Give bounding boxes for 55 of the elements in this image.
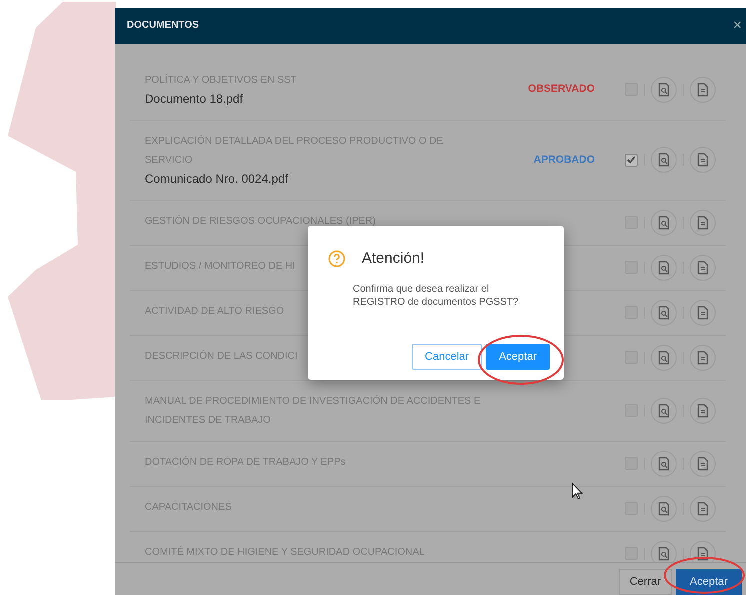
document-search-icon bbox=[658, 153, 670, 168]
document-search-icon bbox=[658, 82, 670, 97]
document-search-icon bbox=[658, 502, 670, 516]
document-search-icon bbox=[658, 456, 670, 471]
close-button[interactable]: × bbox=[733, 18, 742, 34]
document-button[interactable] bbox=[690, 398, 716, 424]
dialog-message: Confirma que desea realizar el REGISTRO de documentos PGSST? bbox=[353, 282, 520, 308]
document-button[interactable] bbox=[690, 300, 716, 326]
document-button[interactable] bbox=[690, 147, 716, 174]
document-icon bbox=[697, 502, 709, 516]
cursor-icon bbox=[572, 483, 583, 500]
document-search-icon bbox=[658, 260, 670, 275]
document-search-icon bbox=[658, 216, 670, 230]
modal-title: DOCUMENTOS bbox=[127, 19, 200, 34]
status-label: OBSERVADO bbox=[528, 83, 595, 96]
accept-button[interactable]: Aceptar bbox=[676, 569, 742, 595]
document-icon bbox=[697, 82, 709, 97]
document-button[interactable] bbox=[690, 344, 716, 371]
status-label: APROBADO bbox=[534, 154, 595, 166]
document-icon bbox=[697, 260, 709, 275]
file-name: Documento 18.pdf bbox=[145, 90, 244, 108]
document-search-icon bbox=[658, 546, 670, 561]
document-button[interactable] bbox=[690, 76, 716, 103]
document-button[interactable] bbox=[690, 254, 716, 281]
view-document-button[interactable] bbox=[651, 450, 677, 477]
document-icon bbox=[697, 456, 709, 471]
document-icon bbox=[697, 546, 709, 561]
view-document-button[interactable] bbox=[651, 76, 677, 103]
document-icon bbox=[697, 350, 709, 365]
close-button[interactable]: Cerrar bbox=[618, 569, 672, 595]
document-icon bbox=[697, 153, 709, 168]
document-button[interactable] bbox=[690, 540, 716, 562]
document-button[interactable] bbox=[690, 210, 716, 236]
document-button[interactable] bbox=[690, 496, 716, 522]
view-document-button[interactable] bbox=[651, 344, 677, 371]
document-search-icon bbox=[658, 350, 670, 365]
accept-button[interactable]: Aceptar bbox=[486, 344, 550, 370]
cancel-button[interactable]: Cancelar bbox=[412, 344, 482, 370]
question-icon bbox=[328, 250, 346, 268]
file-name: Comunicado Nro. 0024.pdf bbox=[145, 170, 288, 188]
view-document-button[interactable] bbox=[651, 254, 677, 281]
dialog-title: Atención! bbox=[362, 249, 425, 269]
view-document-button[interactable] bbox=[651, 147, 677, 174]
document-icon bbox=[697, 306, 709, 320]
view-document-button[interactable] bbox=[651, 210, 677, 236]
document-button[interactable] bbox=[690, 450, 716, 477]
view-document-button[interactable] bbox=[651, 398, 677, 424]
document-search-icon bbox=[658, 306, 670, 320]
document-search-icon bbox=[658, 404, 670, 418]
document-icon bbox=[697, 404, 709, 418]
document-icon bbox=[697, 216, 709, 230]
checkbox[interactable] bbox=[625, 154, 638, 167]
view-document-button[interactable] bbox=[651, 540, 677, 562]
view-document-button[interactable] bbox=[651, 496, 677, 522]
view-document-button[interactable] bbox=[651, 300, 677, 326]
